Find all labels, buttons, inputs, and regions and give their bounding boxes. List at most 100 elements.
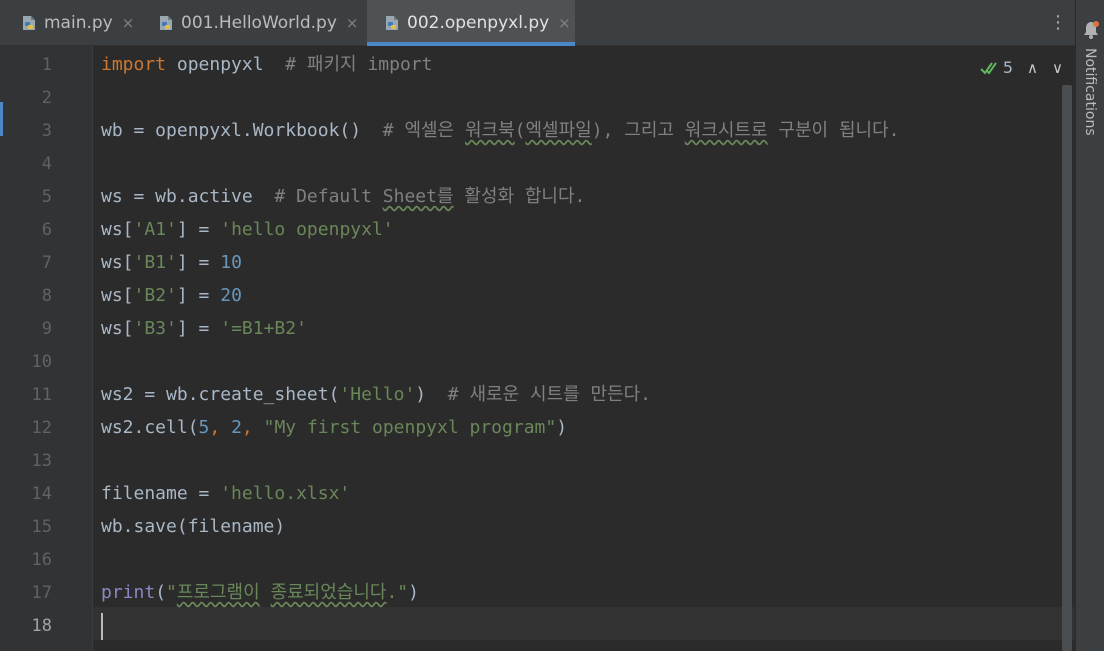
line-number-current: 18 [31,616,52,636]
notifications-tool-button[interactable]: Notifications [1082,48,1098,136]
line-number: 3 [41,121,52,141]
line-number: 7 [41,253,52,273]
comment: # 엑셀은 [382,120,465,141]
token: filename = [101,483,221,504]
token: ws[ [101,219,134,240]
comment-typo: 워크시트로 [684,120,768,141]
token: ( [155,582,167,603]
token: ] = [176,285,221,306]
token: ) [556,417,568,438]
vertical-scrollbar[interactable] [1062,85,1072,651]
token: ws = wb.active [101,186,275,207]
line-number: 13 [31,451,52,471]
token: ] = [176,219,221,240]
code-line-5: ws = wb.active # Default Sheet를 활성화 합니다. [101,178,899,211]
next-highlight-icon[interactable]: ∨ [1052,59,1063,77]
line-number: 6 [41,220,52,240]
previous-highlight-icon[interactable]: ∧ [1027,59,1038,77]
token: ws[ [101,252,134,273]
string: '=B1+B2' [220,318,307,339]
code-line-14: filename = 'hello.xlsx' [101,475,899,508]
line-number: 5 [41,187,52,207]
tab-002-openpyxl-py[interactable]: 002.openpyxl.py × [367,0,575,46]
code-line-1: import openpyxl # 패키지 import [101,46,899,79]
string-typo: 프로그램이 [176,582,260,603]
inspection-count[interactable]: 5 [980,58,1013,77]
line-number: 4 [41,154,52,174]
text-caret [101,612,103,640]
comment: ( [514,120,526,141]
token: ws[ [101,285,134,306]
code-editor[interactable]: 5 ∧ ∨ import openpyxl # 패키지 import wb = … [93,46,1075,651]
code-line-9: ws['B3'] = '=B1+B2' [101,310,899,343]
line-number: 15 [31,517,52,537]
tab-label: 002.openpyxl.py [407,13,550,33]
python-file-icon [160,16,172,30]
comment: 활성화 합니다. [453,186,586,207]
code-line-3: wb = openpyxl.Workbook() # 엑셀은 워크북(엑셀파일)… [101,112,899,145]
token: ws2 = wb.create_sheet( [101,384,340,405]
tab-001-helloworld-py[interactable]: 001.HelloWorld.py × [145,0,367,46]
string: 'hello.xlsx' [220,483,351,504]
token: wb = openpyxl.Workbook() [101,120,383,141]
notification-bell-icon[interactable] [1083,20,1099,40]
string: "My first openpyxl program" [263,417,557,438]
more-tabs-icon[interactable]: ⋮ [1049,13,1067,33]
line-number: 14 [31,484,52,504]
token: , [241,417,264,438]
comment-typo: 워크북 [464,120,515,141]
comment-typo: 엑셀파일 [525,120,592,141]
line-number: 9 [41,319,52,339]
token: ) [408,582,419,603]
comment: # 패키지 import [285,54,433,75]
token: openpyxl [166,54,286,75]
string: 'A1' [133,219,177,240]
code-line-12: ws2.cell(5, 2, "My first openpyxl progra… [101,409,899,442]
comment: ), 그리고 [591,120,685,141]
python-file-icon [386,16,398,30]
code-line-11: ws2 = wb.create_sheet('Hello') # 새로운 시트를… [101,376,899,409]
close-icon[interactable]: × [558,14,571,32]
number: 2 [231,417,242,438]
editor-gutter: 1 2 3 4 5 6 7 8 9 10 11 12 13 14 15 16 1… [0,46,93,651]
code-line-15: wb.save(filename) [101,508,899,541]
close-icon[interactable]: × [122,14,135,32]
builtin-function: print [101,582,156,603]
tab-label: main.py [44,13,113,33]
comment-typo: Sheet를 [382,186,454,207]
string: ." [386,582,409,603]
line-number: 10 [31,352,52,372]
token: ws2.cell( [101,417,199,438]
line-number: 17 [31,583,52,603]
inspection-count-label: 5 [1002,58,1014,77]
number: 5 [198,417,210,438]
number: 10 [220,252,242,273]
number: 20 [220,285,242,306]
string: 'B2' [133,285,177,306]
code-line-18 [101,607,899,640]
right-tool-strip: Notifications [1075,0,1104,651]
code-line-8: ws['B2'] = 20 [101,277,899,310]
string: 'B3' [133,318,177,339]
line-number: 11 [31,385,52,405]
string-typo: 종료되었습니다 [270,582,387,603]
tab-main-py[interactable]: main.py × [0,0,145,46]
comment: 구분이 됩니다. [767,120,900,141]
code-lines: import openpyxl # 패키지 import wb = openpy… [101,46,899,640]
code-line-6: ws['A1'] = 'hello openpyxl' [101,211,899,244]
line-number: 8 [41,286,52,306]
code-line-17: print("프로그램이 종료되었습니다.") [101,574,899,607]
close-icon[interactable]: × [346,14,359,32]
string: " [166,582,177,603]
token: ws[ [101,318,134,339]
string: 'B1' [133,252,177,273]
line-number: 1 [41,55,52,75]
tab-label: 001.HelloWorld.py [181,13,337,33]
token: , [209,417,232,438]
line-number: 16 [31,550,52,570]
